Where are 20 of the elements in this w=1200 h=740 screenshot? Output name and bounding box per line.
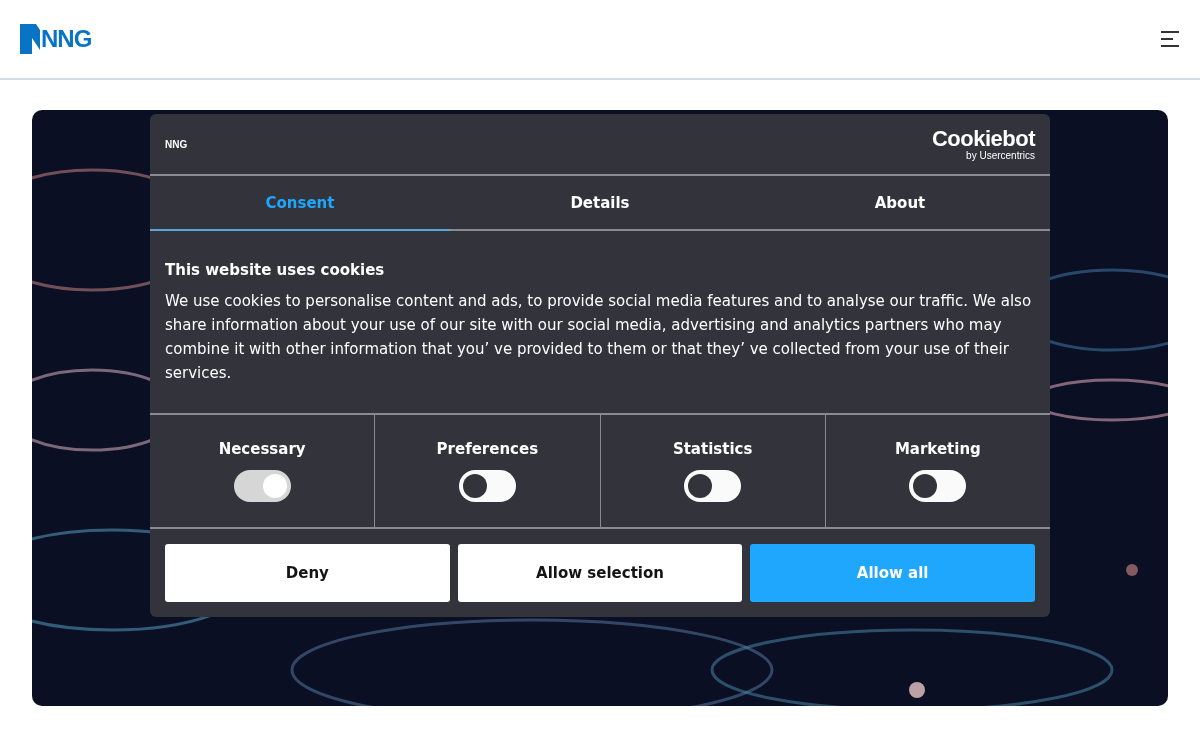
- logo[interactable]: NNG: [20, 24, 92, 54]
- consent-button[interactable]: Deny: [165, 544, 450, 602]
- logo-icon: [20, 24, 40, 54]
- toggle-switch[interactable]: [909, 470, 967, 502]
- toggle-switch[interactable]: [458, 470, 516, 502]
- category-label: Statistics: [672, 440, 753, 458]
- dialog-title: This website uses cookies: [165, 261, 386, 279]
- category-label: Preferences: [436, 440, 539, 458]
- menu-icon[interactable]: [1160, 30, 1180, 48]
- tab[interactable]: Consent: [150, 176, 450, 231]
- tab[interactable]: About: [750, 176, 1050, 231]
- tab[interactable]: Details: [450, 176, 750, 231]
- category-label: Marketing: [894, 440, 981, 458]
- brand-logo: NNG: [165, 138, 188, 150]
- dialog-text: We use cookies to personalise content and ads, to provide social media features and to analyse our traffic. We also share information about your use of our site with our social media, advertising and analytics partners who may combine it with other information that you’ ve provided to them or that they’ ve collected from your use of their services.: [165, 291, 1033, 384]
- provider-logo: Cookiebot: [931, 127, 1035, 150]
- consent-button[interactable]: Allow selection: [457, 544, 743, 602]
- provider-tagline: by Usercentrics: [966, 149, 1035, 161]
- category-label: Necessary: [218, 440, 306, 458]
- toggle-switch[interactable]: [684, 470, 742, 502]
